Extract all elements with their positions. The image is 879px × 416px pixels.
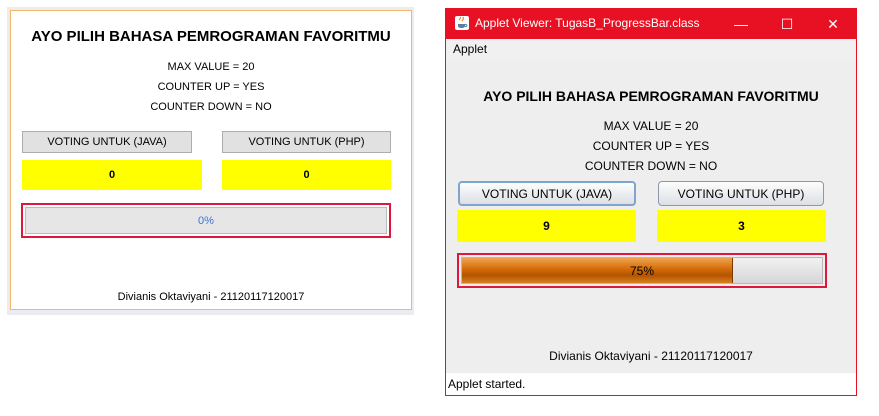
preview-max-value: MAX VALUE = 20 xyxy=(167,61,255,73)
minimize-icon[interactable]: — xyxy=(718,9,764,39)
window-title: Applet Viewer: TugasB_ProgressBar.class xyxy=(475,16,700,30)
applet-title: AYO PILIH BAHASA PEMROGRAMAN FAVORITMU xyxy=(483,88,819,104)
preview-progress-bar: 0% xyxy=(25,207,387,234)
counter-up-label: COUNTER UP = YES xyxy=(592,139,710,153)
preview-progress-highlight: 0% xyxy=(21,203,391,238)
preview-title: AYO PILIH BAHASA PEMROGRAMAN FAVORITMU xyxy=(31,28,391,45)
close-icon[interactable]: ✕ xyxy=(810,9,856,39)
progress-text: 75% xyxy=(629,263,655,278)
menu-bar: Applet xyxy=(446,39,856,59)
preview-panel: AYO PILIH BAHASA PEMROGRAMAN FAVORITMU M… xyxy=(10,10,412,310)
preview-counter-up: COUNTER UP = YES xyxy=(157,81,265,93)
preview-counter-down: COUNTER DOWN = NO xyxy=(150,101,272,113)
java-count: 9 xyxy=(457,210,636,242)
preview-java-count: 0 xyxy=(22,160,202,190)
applet-content: AYO PILIH BAHASA PEMROGRAMAN FAVORITMU M… xyxy=(446,59,856,373)
counter-down-label: COUNTER DOWN = NO xyxy=(584,159,718,173)
author-footer: Divianis Oktaviyani - 21120117120017 xyxy=(549,349,753,363)
progress-highlight: 75% xyxy=(457,253,827,288)
java-icon xyxy=(455,16,469,30)
preview-footer: Divianis Oktaviyani - 21120117120017 xyxy=(117,291,305,303)
vote-java-button[interactable]: VOTING UNTUK (JAVA) xyxy=(458,181,636,206)
preview-vote-java-button[interactable]: VOTING UNTUK (JAVA) xyxy=(22,131,192,153)
preview-progress-text: 0% xyxy=(198,214,214,227)
preview-php-count: 0 xyxy=(222,160,391,190)
applet-viewer-window: Applet Viewer: TugasB_ProgressBar.class … xyxy=(445,8,857,396)
menu-applet[interactable]: Applet xyxy=(453,42,487,56)
preview-vote-php-button[interactable]: VOTING UNTUK (PHP) xyxy=(222,131,391,153)
php-count: 3 xyxy=(657,210,826,242)
maximize-icon[interactable]: ☐ xyxy=(764,9,810,39)
vote-php-button[interactable]: VOTING UNTUK (PHP) xyxy=(658,181,824,206)
title-bar[interactable]: Applet Viewer: TugasB_ProgressBar.class … xyxy=(446,9,856,39)
max-value-label: MAX VALUE = 20 xyxy=(603,119,699,133)
vote-progress-bar: 75% xyxy=(461,257,823,284)
status-text: Applet started. xyxy=(448,377,526,391)
status-bar: Applet started. xyxy=(446,373,856,395)
